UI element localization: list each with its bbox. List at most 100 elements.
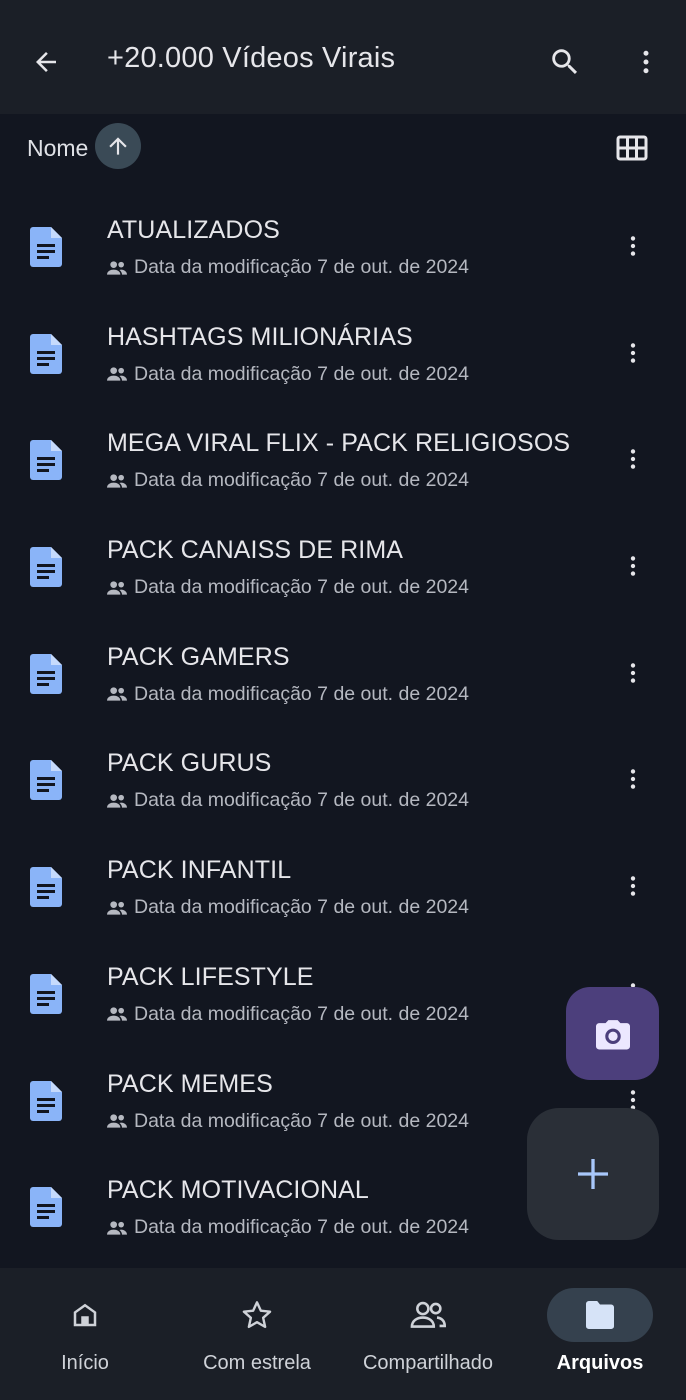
file-more-button[interactable] [615, 651, 651, 695]
nav-pill [375, 1288, 481, 1342]
file-list: ATUALIZADOS Data da modificação 7 de out… [0, 194, 686, 1261]
file-modified-date: Data da modificação 7 de out. de 2024 [134, 789, 469, 812]
file-modified-date: Data da modificação 7 de out. de 2024 [134, 576, 469, 599]
document-icon [30, 227, 62, 267]
file-more-button[interactable] [615, 331, 651, 375]
more-options-button[interactable] [622, 38, 670, 86]
shared-people-icon [107, 1221, 127, 1235]
file-modified-date: Data da modificação 7 de out. de 2024 [134, 1109, 469, 1132]
search-icon [552, 49, 578, 75]
file-more-button[interactable] [615, 437, 651, 481]
file-more-button[interactable] [615, 864, 651, 908]
shared-people-icon [107, 260, 127, 275]
more-vert-icon [630, 342, 636, 363]
file-meta: Data da modificação 7 de out. de 2024 [107, 789, 469, 812]
file-row[interactable]: HASHTAGS MILIONÁRIAS Data da modificação… [0, 301, 686, 408]
file-row[interactable]: PACK INFANTIL Data da modificação 7 de o… [0, 834, 686, 941]
document-icon [30, 440, 62, 481]
file-more-button[interactable] [615, 224, 651, 268]
search-button[interactable] [541, 38, 589, 86]
shared-people-icon [107, 580, 127, 595]
star-icon [242, 1301, 272, 1329]
file-modified-date: Data da modificação 7 de out. de 2024 [134, 256, 469, 278]
home-icon [73, 1303, 97, 1327]
folder-icon [586, 1301, 614, 1329]
document-icon [30, 867, 62, 908]
nav-pill [32, 1288, 138, 1342]
document-icon [30, 547, 62, 588]
new-item-button[interactable] [527, 1108, 659, 1240]
document-icon [30, 1080, 62, 1121]
file-more-button[interactable] [615, 544, 651, 588]
nav-pill [204, 1288, 310, 1342]
document-icon [30, 1187, 62, 1228]
file-modified-date: Data da modificação 7 de out. de 2024 [134, 469, 469, 492]
arrow-upward-icon [109, 137, 127, 155]
top-app-bar: +20.000 Vídeos Virais [0, 0, 686, 114]
shared-people-icon [107, 1114, 127, 1128]
file-row[interactable]: PACK GAMERS Data da modificação 7 de out… [0, 621, 686, 728]
file-row[interactable]: ATUALIZADOS Data da modificação 7 de out… [0, 194, 686, 301]
sort-label[interactable]: Nome [27, 135, 88, 162]
file-name: PACK GAMERS [107, 642, 290, 671]
file-meta: Data da modificação 7 de out. de 2024 [107, 1110, 469, 1133]
sort-bar: Nome [0, 114, 686, 184]
more-vert-icon [630, 876, 636, 896]
more-vert-icon [630, 236, 636, 256]
shared-people-icon [107, 900, 127, 915]
more-vert-icon [643, 50, 649, 74]
file-name: PACK LIFESTYLE [107, 962, 314, 991]
nav-item-compartilhado[interactable]: Compartilhado [363, 1268, 493, 1400]
nav-label-arquivos: Arquivos [556, 1352, 644, 1374]
sort-direction-button[interactable] [95, 123, 141, 169]
nav-item-inicio[interactable]: Início [32, 1268, 138, 1400]
file-name: ATUALIZADOS [107, 216, 280, 244]
shared-people-icon [107, 794, 127, 808]
file-name: PACK INFANTIL [107, 856, 292, 885]
file-meta: Data da modificação 7 de out. de 2024 [107, 256, 469, 279]
bottom-navigation: Início Com estrela Compartilhado Arquivo… [0, 1268, 686, 1400]
scan-camera-button[interactable] [566, 987, 659, 1080]
file-modified-date: Data da modificação 7 de out. de 2024 [134, 682, 469, 705]
file-modified-date: Data da modificação 7 de out. de 2024 [134, 1002, 469, 1025]
more-vert-icon [630, 556, 636, 576]
file-meta: Data da modificação 7 de out. de 2024 [107, 1003, 469, 1026]
more-vert-icon [630, 449, 636, 470]
file-meta: Data da modificação 7 de out. de 2024 [107, 363, 469, 386]
file-meta: Data da modificação 7 de out. de 2024 [107, 1216, 469, 1239]
nav-label-inicio: Início [61, 1352, 109, 1374]
file-row[interactable]: PACK CANAISS DE RIMA Data da modificação… [0, 514, 686, 621]
file-modified-date: Data da modificação 7 de out. de 2024 [134, 1216, 469, 1239]
arrow-back-icon [36, 52, 56, 72]
file-name: PACK MOTIVACIONAL [107, 1176, 369, 1205]
document-icon [30, 760, 62, 801]
people-icon [410, 1301, 446, 1328]
camera-icon [595, 1019, 630, 1049]
file-more-button[interactable] [615, 757, 651, 801]
grid-view-icon [616, 135, 648, 161]
file-modified-date: Data da modificação 7 de out. de 2024 [134, 896, 469, 919]
document-icon [30, 653, 62, 694]
shared-people-icon [107, 474, 127, 488]
more-vert-icon [630, 663, 636, 683]
nav-item-com-estrela[interactable]: Com estrela [203, 1268, 311, 1400]
document-icon [30, 333, 62, 374]
nav-label-compartilhado: Compartilhado [362, 1352, 494, 1374]
file-meta: Data da modificação 7 de out. de 2024 [107, 896, 469, 919]
nav-label-com-estrela: Com estrela [203, 1352, 311, 1374]
file-name: PACK MEMES [107, 1069, 273, 1098]
file-meta: Data da modificação 7 de out. de 2024 [107, 576, 469, 599]
folder-title: +20.000 Vídeos Virais [107, 42, 396, 74]
back-button[interactable] [22, 38, 70, 86]
file-meta: Data da modificação 7 de out. de 2024 [107, 683, 469, 706]
nav-item-arquivos[interactable]: Arquivos [547, 1268, 653, 1400]
nav-pill-active [547, 1288, 653, 1342]
file-row[interactable]: PACK GURUS Data da modificação 7 de out.… [0, 727, 686, 834]
grid-view-button[interactable] [612, 130, 652, 166]
file-name: PACK CANAISS DE RIMA [107, 536, 404, 565]
shared-people-icon [107, 1007, 127, 1021]
file-name: MEGA VIRAL FLIX - PACK RELIGIOSOS [107, 429, 571, 458]
file-name: HASHTAGS MILIONÁRIAS [107, 322, 413, 351]
document-icon [30, 973, 62, 1014]
file-row[interactable]: MEGA VIRAL FLIX - PACK RELIGIOSOS Data d… [0, 407, 686, 514]
